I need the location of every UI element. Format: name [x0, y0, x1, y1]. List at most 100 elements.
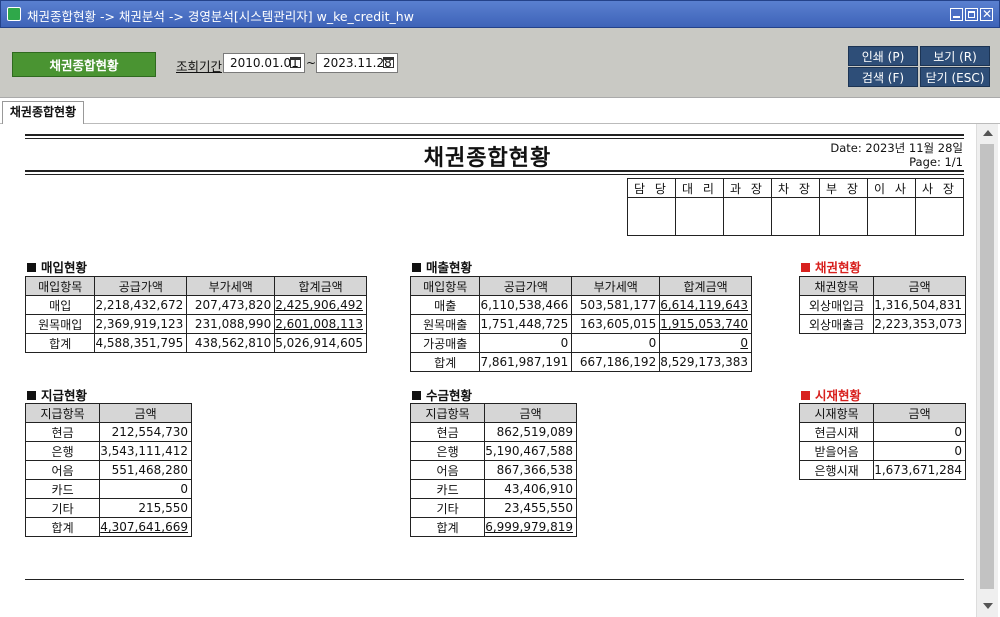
- table-row: 은행 3,543,111,412: [24, 441, 192, 461]
- table-row: 현금 862,519,089: [409, 422, 577, 442]
- table-row: 합계 7,861,987,191 667,186,192 8,529,173,383: [409, 352, 752, 372]
- table-row: 합계 6,999,979,819: [409, 517, 577, 537]
- tab-credit-summary[interactable]: 채권종합현황: [2, 101, 84, 124]
- column-header: 금액: [873, 276, 966, 296]
- amount-cell: 0: [873, 422, 966, 442]
- row-label: 원목매입: [24, 314, 96, 334]
- table-row: 어음 551,468,280: [24, 460, 192, 480]
- scroll-thumb[interactable]: [980, 144, 994, 589]
- search-button[interactable]: 검색 (F): [848, 67, 918, 87]
- column-header: 합계금액: [659, 276, 752, 296]
- column-header: 부가세액: [186, 276, 276, 296]
- print-button[interactable]: 인쇄 (P): [848, 46, 918, 66]
- amount-cell: 0: [99, 479, 192, 499]
- footer-rule: [25, 579, 964, 580]
- report-title: 채권종합현황: [423, 146, 552, 171]
- report-page: Page: 1/1: [909, 155, 963, 169]
- vertical-scrollbar[interactable]: [976, 124, 998, 617]
- supply-cell: 1,751,448,725: [479, 314, 573, 334]
- approval-cell: [723, 197, 772, 236]
- row-label: 기타: [409, 498, 486, 518]
- row-label: 합계: [24, 333, 96, 353]
- scroll-up-icon[interactable]: [983, 130, 993, 136]
- total-cell: 6,614,119,643: [659, 295, 752, 315]
- total-cell: 0: [659, 333, 752, 353]
- supply-cell: 2,369,919,123: [94, 314, 188, 334]
- window-title: 채권종합현황 -> 채권분석 -> 경영분석[시스템관리자] w_ke_cred…: [27, 9, 414, 24]
- column-header: 금액: [873, 403, 966, 423]
- table-row: 카드 0: [24, 479, 192, 499]
- column-header: 매입항목: [24, 276, 96, 296]
- date-to-value: 2023.11.28: [323, 56, 392, 70]
- receipt-title: 수금현황: [412, 385, 472, 404]
- vat-cell: 207,473,820: [186, 295, 276, 315]
- row-label: 합계: [24, 517, 101, 537]
- view-button[interactable]: 보기 (R): [920, 46, 990, 66]
- close-icon[interactable]: ✕: [980, 7, 993, 21]
- row-label: 은행: [409, 441, 486, 461]
- table-row: 기타 23,455,550: [409, 498, 577, 518]
- total-cell: 1,915,053,740: [659, 314, 752, 334]
- approval-cell: [867, 197, 916, 236]
- column-header: 부가세액: [571, 276, 661, 296]
- purchase-title: 매입현황: [27, 257, 87, 276]
- approval-cell: [771, 197, 820, 236]
- report-area: 채권종합현황 Date: 2023년 11월 28일 Page: 1/1 담 당…: [0, 124, 975, 617]
- total-cell: 2,425,906,492: [274, 295, 367, 315]
- row-label: 가공매출: [409, 333, 481, 353]
- credit-summary-button[interactable]: 채권종합현황: [12, 52, 156, 77]
- header-rule-thin: [25, 174, 964, 175]
- row-label: 은행: [24, 441, 101, 461]
- purchase-table: 매입항목 공급가액 부가세액 합계금액 매입 2,218,432,672 207,473,…: [24, 276, 367, 353]
- amount-cell: 4,307,641,669: [99, 517, 192, 537]
- amount-cell: 3,543,111,412: [99, 441, 192, 461]
- table-row: 매입 2,218,432,672 207,473,820 2,425,906,492: [24, 295, 367, 315]
- tab-strip: 채권종합현황: [0, 99, 1000, 124]
- vat-cell: 0: [571, 333, 661, 353]
- app-icon: [7, 7, 21, 21]
- toolbar: 채권종합현황 조회기간 2010.01.01 ~ 2023.11.28 인쇄 (…: [0, 28, 1000, 98]
- date-from-field[interactable]: 2010.01.01: [223, 53, 305, 73]
- row-label: 매출: [409, 295, 481, 315]
- column-header: 공급가액: [479, 276, 573, 296]
- cash-title: 시재현황: [801, 385, 861, 404]
- approval-table: 담 당 대 리 과 장 차 장 부 장 이 사 사 장: [627, 178, 964, 236]
- total-cell: 8,529,173,383: [659, 352, 752, 372]
- approval-head: 차 장: [771, 178, 820, 198]
- calendar-icon[interactable]: [383, 57, 394, 68]
- row-label: 현금: [409, 422, 486, 442]
- period-label: 조회기간: [176, 59, 223, 74]
- window-titlebar: 채권종합현황 -> 채권분석 -> 경영분석[시스템관리자] w_ke_cred…: [0, 0, 1000, 28]
- calendar-icon[interactable]: [290, 57, 301, 68]
- square-icon: [27, 263, 36, 272]
- row-label: 현금시재: [798, 422, 875, 442]
- square-icon: [412, 263, 421, 272]
- row-label: 외상매출금: [798, 314, 875, 334]
- report-date: Date: 2023년 11월 28일: [830, 141, 963, 155]
- top-rule-thin: [25, 138, 964, 139]
- column-header: 금액: [99, 403, 192, 423]
- approval-cell: [627, 197, 676, 236]
- purchase-title-text: 매입현황: [41, 260, 88, 275]
- credit-table: 채권항목 금액 외상매입금 1,316,504,831 외상매출금 2,223,353…: [798, 276, 966, 334]
- amount-cell: 6,999,979,819: [484, 517, 577, 537]
- close-button[interactable]: 닫기 (ESC): [920, 67, 990, 87]
- payment-title-text: 지급현황: [41, 388, 88, 403]
- amount-cell: 215,550: [99, 498, 192, 518]
- table-row: 외상매입금 1,316,504,831: [798, 295, 966, 315]
- column-header: 금액: [484, 403, 577, 423]
- amount-cell: 0: [873, 441, 966, 461]
- approval-head: 이 사: [867, 178, 916, 198]
- row-label: 어음: [409, 460, 486, 480]
- cash-title-text: 시재현황: [815, 388, 862, 403]
- minimize-icon[interactable]: [950, 8, 963, 21]
- table-row: 가공매출 0 0 0: [409, 333, 752, 353]
- amount-cell: 43,406,910: [484, 479, 577, 499]
- table-row: 현금시재 0: [798, 422, 966, 442]
- column-header: 지급항목: [24, 403, 101, 423]
- table-row: 현금 212,554,730: [24, 422, 192, 442]
- total-cell: 2,601,008,113: [274, 314, 367, 334]
- scroll-down-icon[interactable]: [983, 603, 993, 609]
- maximize-icon[interactable]: [965, 8, 978, 21]
- date-to-field[interactable]: 2023.11.28: [316, 53, 398, 73]
